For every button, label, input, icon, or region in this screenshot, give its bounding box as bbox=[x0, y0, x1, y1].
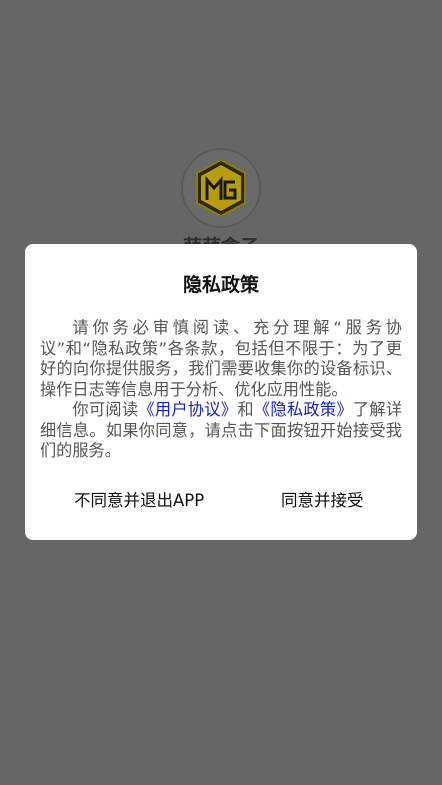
dialog-body: 请你务必审慎阅读、充分理解“服务协议”和“隐私政策”各条款，包括但不限于：为了更… bbox=[40, 318, 402, 462]
privacy-paragraph-2: 你可阅读《用户协议》和《隐私政策》了解详细信息。如果你同意，请点击下面按钮开始接… bbox=[40, 400, 402, 462]
privacy-paragraph-1: 请你务必审慎阅读、充分理解“服务协议”和“隐私政策”各条款，包括但不限于：为了更… bbox=[40, 318, 402, 399]
privacy-dialog: 隐私政策 请你务必审慎阅读、充分理解“服务协议”和“隐私政策”各条款，包括但不限… bbox=[25, 244, 417, 540]
privacy-policy-link[interactable]: 《隐私政策》 bbox=[254, 400, 353, 419]
app-logo bbox=[181, 148, 261, 228]
p2-text-and: 和 bbox=[237, 400, 254, 419]
dialog-actions: 不同意并退出APP 同意并接受 bbox=[25, 487, 417, 511]
decline-exit-button[interactable]: 不同意并退出APP bbox=[74, 487, 204, 511]
accept-button[interactable]: 同意并接受 bbox=[281, 487, 364, 511]
dialog-title: 隐私政策 bbox=[182, 274, 259, 296]
user-agreement-link[interactable]: 《用户协议》 bbox=[138, 400, 237, 419]
p2-text-before: 你可阅读 bbox=[72, 400, 139, 419]
mg-logo-icon bbox=[196, 158, 246, 218]
